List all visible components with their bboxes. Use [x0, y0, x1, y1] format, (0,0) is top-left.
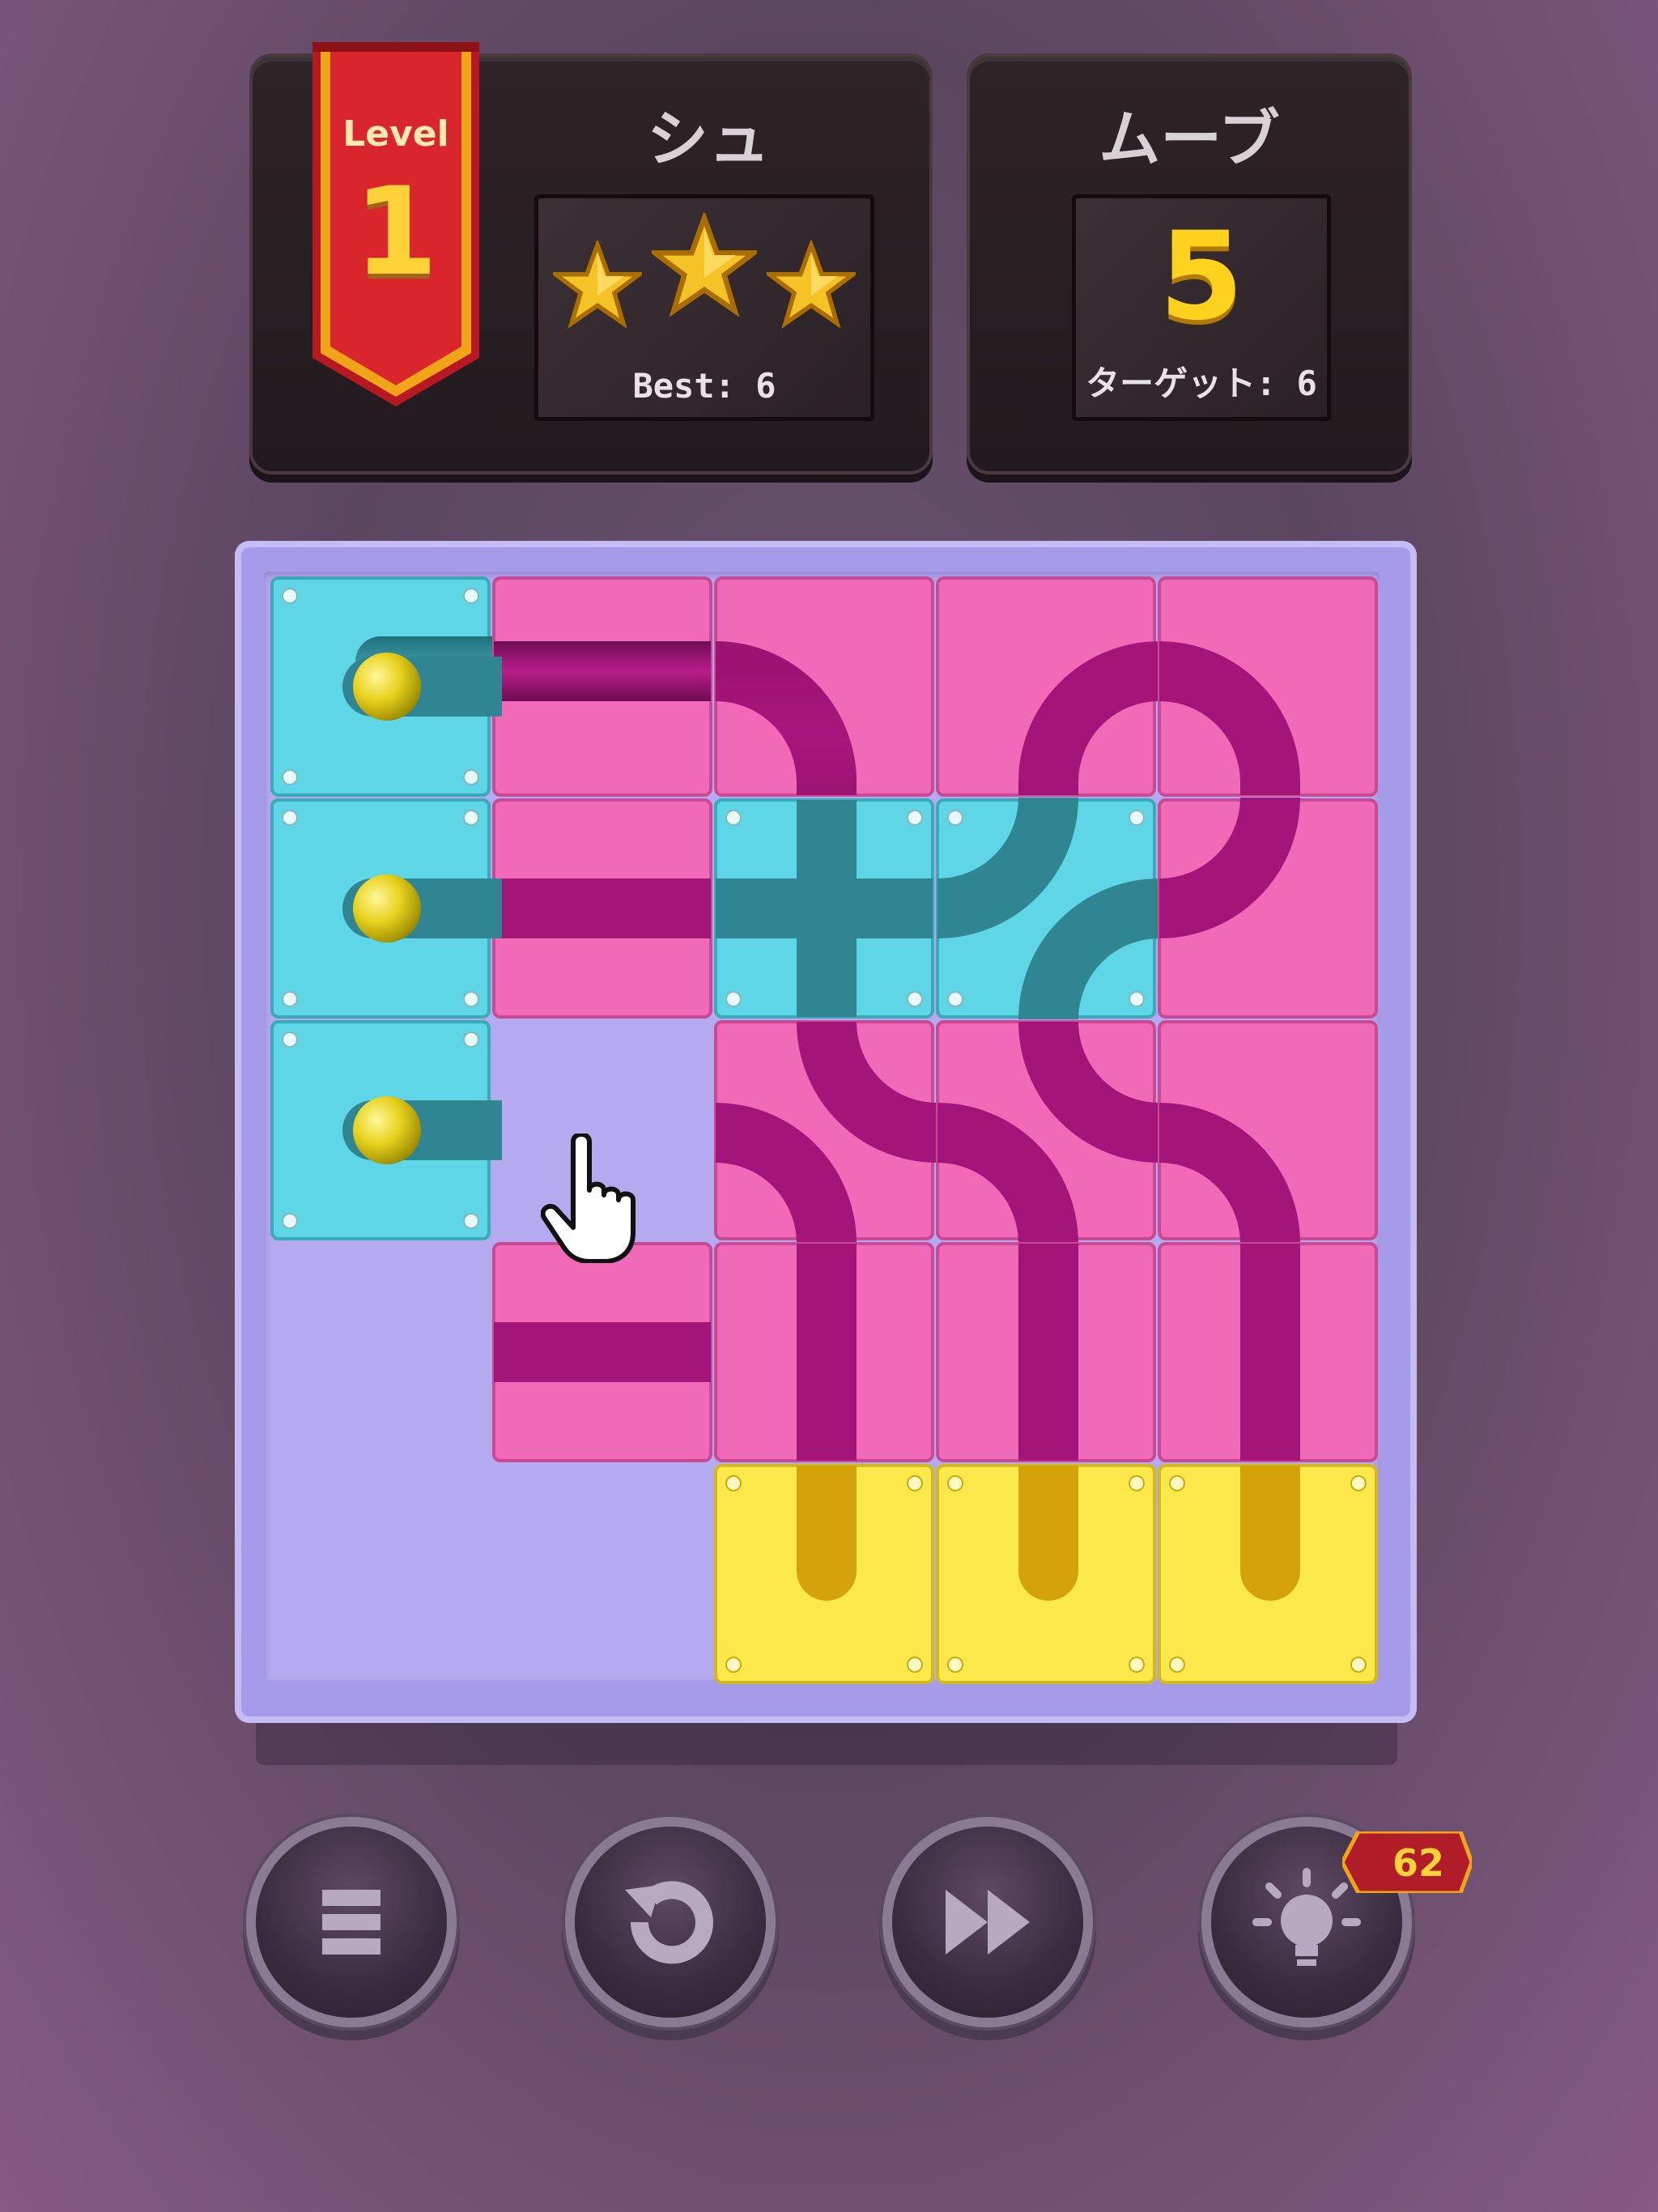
stars-box: Best: 6: [534, 194, 874, 421]
tiles-layer: [270, 576, 1378, 1684]
moves-title: ムーブ: [1099, 103, 1280, 175]
start-pipe-3: [342, 1096, 502, 1164]
star-icon-center: [652, 213, 757, 317]
level-number: 1: [353, 162, 439, 303]
shots-title: シュ: [647, 103, 770, 175]
ball-icon: [353, 874, 421, 942]
pink-tile-r3c4[interactable]: [1158, 1242, 1378, 1462]
level-label: Level: [342, 113, 449, 155]
goal-tile-2: [936, 1464, 1156, 1684]
goal-tile-3: [1158, 1464, 1378, 1684]
goal-tile-1: [714, 1464, 934, 1684]
star-icon-right: [767, 240, 856, 329]
pink-tile-r2c3[interactable]: [936, 1020, 1161, 1245]
pink-tile-r0c4[interactable]: [1158, 576, 1378, 797]
restart-button[interactable]: [575, 1827, 766, 2018]
ball-icon: [353, 1096, 421, 1164]
fast-forward-icon: [946, 1890, 1030, 1955]
best-score: Best: 6: [632, 366, 776, 406]
pink-tile-r0c1[interactable]: [492, 576, 712, 797]
pink-tile-r1c1[interactable]: [492, 798, 712, 1019]
pink-tile-r3c1[interactable]: [492, 1242, 712, 1462]
cyan-curve-tile[interactable]: [936, 796, 1161, 1021]
star-icon-left: [553, 240, 642, 329]
start-pipe-1: [342, 653, 502, 721]
menu-icon: [322, 1890, 380, 1955]
pink-tile-r3c2[interactable]: [714, 1242, 934, 1462]
menu-button[interactable]: [256, 1827, 447, 2018]
pink-tile-r0c2[interactable]: [714, 576, 934, 797]
pink-tile-r1c4[interactable]: [1158, 796, 1378, 1019]
hand-pointer-icon: [541, 1134, 636, 1263]
pink-tile-r2c4[interactable]: [1158, 1020, 1378, 1245]
cyan-cross-tile[interactable]: [714, 798, 934, 1019]
pink-tile-r2c2[interactable]: [714, 1020, 939, 1245]
start-pipe-2: [342, 874, 502, 942]
target-moves: ターゲット: 6: [1086, 364, 1317, 403]
pink-tile-r3c3[interactable]: [936, 1242, 1156, 1462]
moves-panel: ムーブ 5 ターゲット: 6: [967, 53, 1412, 474]
hint-count: 62: [1392, 1841, 1444, 1885]
moves-count: 5: [1158, 206, 1244, 347]
level-ribbon: Level 1: [312, 42, 479, 406]
ball-icon: [353, 653, 421, 721]
moves-box: 5 ターゲット: 6: [1072, 194, 1331, 421]
puzzle-board: [235, 541, 1417, 1723]
pink-tile-r0c3[interactable]: [936, 576, 1161, 797]
skip-level-button[interactable]: [892, 1827, 1083, 2018]
restart-icon: [625, 1881, 713, 1964]
